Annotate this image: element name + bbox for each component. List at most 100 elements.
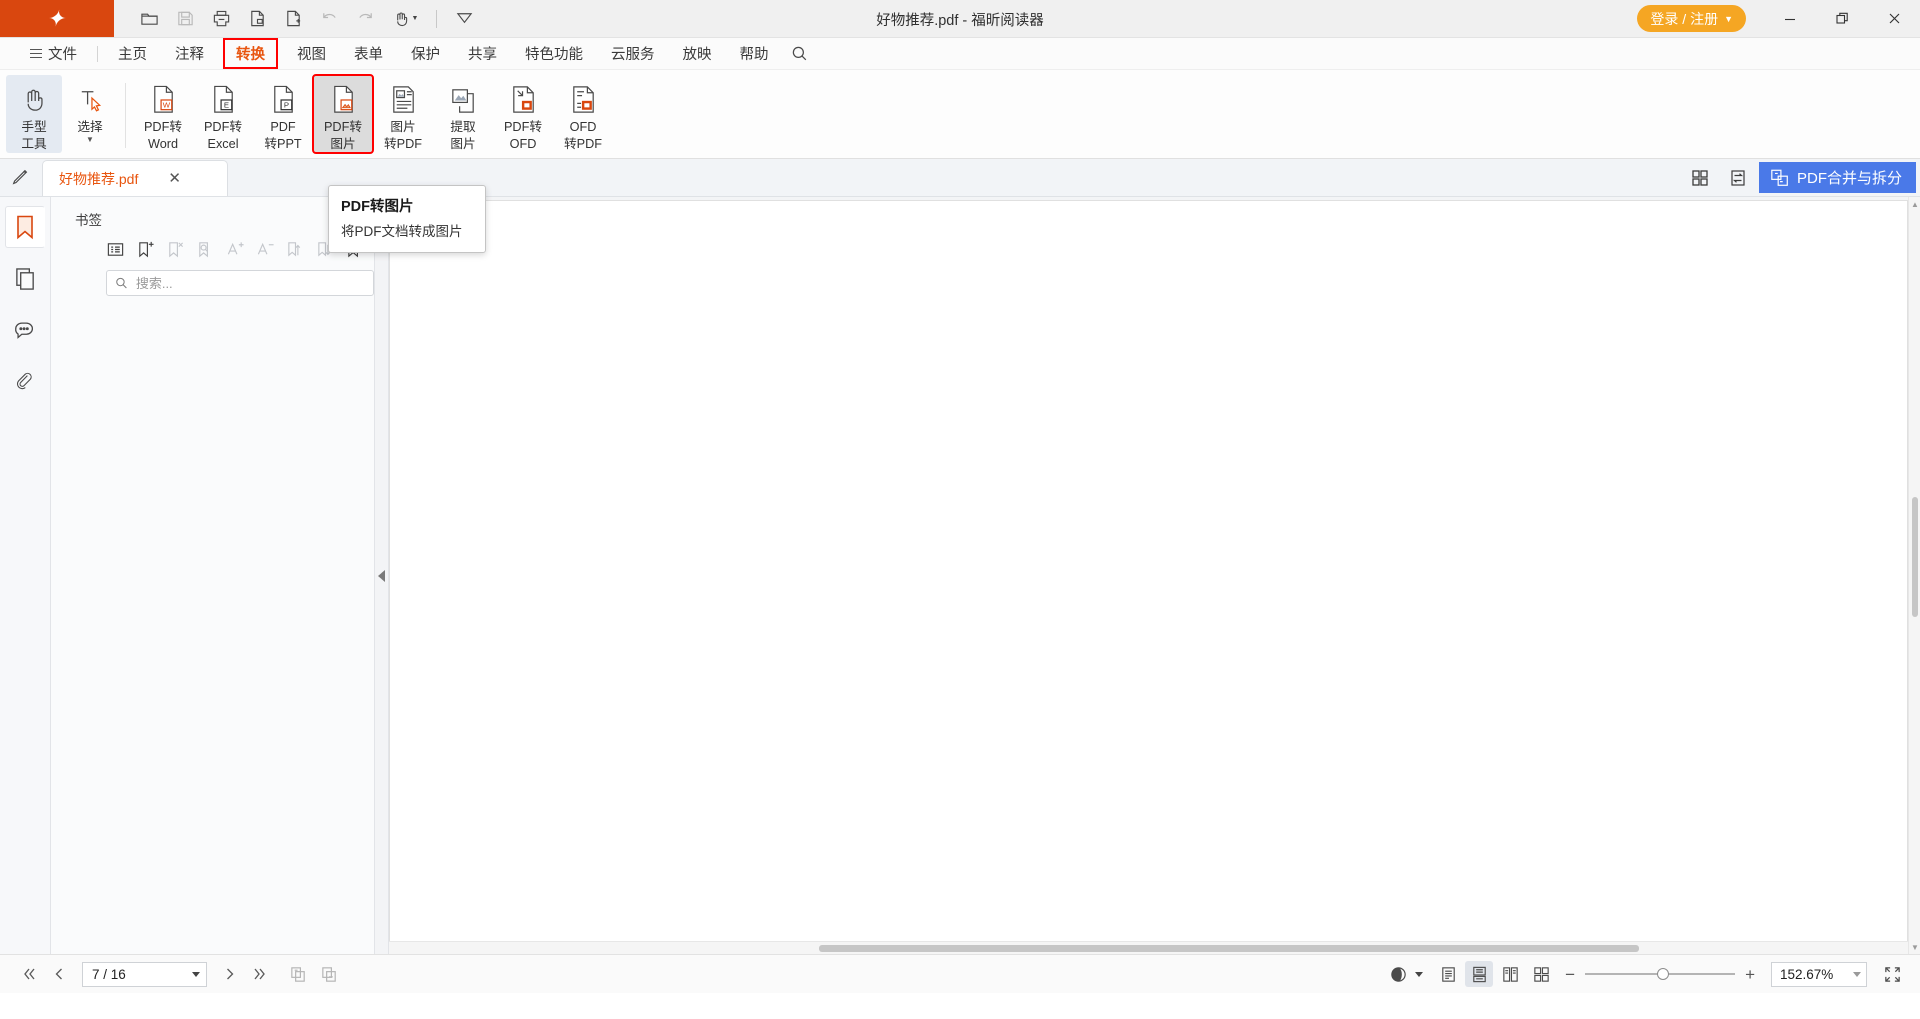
vertical-scrollbar[interactable]: ▲ ▼ [1908,197,1920,954]
login-register-button[interactable]: 登录 / 注册 ▼ [1637,5,1746,32]
grid-view-icon[interactable] [1683,163,1717,193]
sidebar-item-attachments[interactable] [5,362,45,404]
menu-item-help[interactable]: 帮助 [726,40,783,67]
menu-file-label: 文件 [48,43,77,64]
bookmark-search-box[interactable] [106,270,374,296]
ribbon-pdf-to-image[interactable]: PDF转 图片 [313,75,373,153]
read-mode-icon[interactable] [1384,961,1412,987]
undo-icon[interactable] [312,2,346,36]
collapse-panel-arrow-icon [378,570,385,582]
ribbon-image-to-pdf[interactable]: 图片 转PDF [373,75,433,153]
ribbon-pdf-to-ofd[interactable]: PDF转 OFD [493,75,553,153]
restore-icon[interactable] [1816,0,1868,38]
ribbon-pdf-to-excel[interactable]: E PDF转 Excel [193,75,253,153]
ribbon-label-line2: 转PDF [564,137,602,152]
next-page-icon[interactable] [216,961,244,987]
add-bookmark-icon[interactable] [135,239,156,260]
sidebar-item-pages[interactable] [5,258,45,300]
four-page-icon[interactable] [1527,961,1555,987]
page-number-field[interactable]: 7 / 16 [82,962,207,987]
chevron-down-icon[interactable] [192,972,200,977]
decrease-font-icon[interactable] [255,239,276,260]
pen-edit-icon[interactable] [0,158,42,196]
horizontal-scrollbar[interactable] [389,941,1908,954]
two-page-icon[interactable] [1496,961,1524,987]
ribbon-label-line2: Word [148,137,178,152]
panel-collapse-handle[interactable] [375,197,389,954]
chevron-down-icon[interactable]: ▼ [86,136,94,144]
fullscreen-icon[interactable] [1878,961,1906,987]
zoom-level-field[interactable]: 152.67% [1771,962,1867,987]
menu-item-form[interactable]: 表单 [340,40,397,67]
bookmark-search-wrap [51,268,374,296]
document-viewer[interactable]: ▲ ▼ [389,197,1920,954]
chevron-down-icon[interactable] [1853,972,1861,977]
redo-icon[interactable] [348,2,382,36]
close-icon[interactable] [1868,0,1920,38]
scroll-up-arrow-icon[interactable]: ▲ [1911,200,1919,208]
ribbon-label-line2: 工具 [21,137,46,152]
menu-item-present[interactable]: 放映 [669,40,726,67]
sidebar-item-bookmarks[interactable] [5,206,45,248]
continuous-scroll-icon[interactable] [1465,961,1493,987]
ribbon-ofd-to-pdf[interactable]: OFD 转PDF [553,75,613,153]
reflow-icon[interactable] [315,961,343,987]
sidebar-item-comments[interactable] [5,310,45,352]
menu-item-share[interactable]: 共享 [454,40,511,67]
first-page-icon[interactable] [14,961,42,987]
zoom-out-button[interactable]: − [1558,966,1582,983]
menu-label: 共享 [468,43,497,64]
page-number-value: 7 / 16 [92,967,126,982]
menu-item-features[interactable]: 特色功能 [511,40,597,67]
ribbon-label-line1: PDF转 [324,120,362,135]
new-file-icon[interactable] [276,2,310,36]
quick-access-toolbar: ▼ [114,0,481,37]
delete-bookmark-icon[interactable] [165,239,186,260]
rotate-view-icon[interactable] [284,961,312,987]
minimize-icon[interactable] [1764,0,1816,38]
navigation-rail [0,197,51,954]
bookmark-list-icon[interactable] [105,239,126,260]
single-page-icon[interactable] [1434,961,1462,987]
print-icon[interactable] [204,2,238,36]
menu-search-button[interactable] [783,42,822,65]
ribbon-label-line1: 选择 [77,120,102,135]
vertical-scroll-thumb[interactable] [1912,497,1918,617]
zoom-slider[interactable] [1585,963,1735,985]
ribbon-select-tool[interactable]: 选择 ▼ [62,75,118,153]
compare-icon[interactable] [1721,163,1755,193]
customize-toolbar-icon[interactable] [447,2,481,36]
zoom-in-button[interactable]: + [1738,966,1762,983]
close-icon[interactable]: ✕ [164,169,185,188]
increase-font-icon[interactable] [225,239,246,260]
chevron-down-icon[interactable] [1415,972,1423,977]
ribbon-pdf-to-word[interactable]: W PDF转 Word [133,75,193,153]
menu-item-comment[interactable]: 注释 [161,40,218,67]
find-bookmark-icon[interactable] [195,239,216,260]
scroll-down-arrow-icon[interactable]: ▼ [1911,943,1919,951]
ribbon-pdf-to-ppt[interactable]: P PDF 转PPT [253,75,313,153]
search-input[interactable] [136,276,365,291]
document-tab[interactable]: 好物推荐.pdf ✕ [42,160,228,196]
last-page-icon[interactable] [247,961,275,987]
ribbon-hand-tool[interactable]: 手型 工具 [6,75,62,153]
previous-page-icon[interactable] [45,961,73,987]
hand-tool-icon[interactable]: ▼ [384,2,426,36]
ribbon-label-line1: OFD [570,120,597,135]
horizontal-scroll-thumb[interactable] [819,945,1639,952]
menu-item-protect[interactable]: 保护 [397,40,454,67]
save-icon[interactable] [168,2,202,36]
menu-item-view[interactable]: 视图 [283,40,340,67]
title-bar: ✦ [0,0,1920,38]
open-file-icon[interactable] [132,2,166,36]
zoom-slider-handle[interactable] [1657,968,1669,980]
menu-item-cloud[interactable]: 云服务 [597,40,669,67]
menu-item-home[interactable]: 主页 [104,40,161,67]
save-as-icon[interactable] [240,2,274,36]
pdf-merge-split-button[interactable]: PDF合并与拆分 [1759,162,1916,193]
menu-item-convert[interactable]: 转换 [224,39,277,68]
ribbon-label-line1: 图片 [390,120,415,135]
expand-bookmarks-icon[interactable] [285,239,306,260]
ribbon-extract-image[interactable]: 提取 图片 [433,75,493,153]
menu-item-file[interactable]: 文件 [16,40,91,67]
